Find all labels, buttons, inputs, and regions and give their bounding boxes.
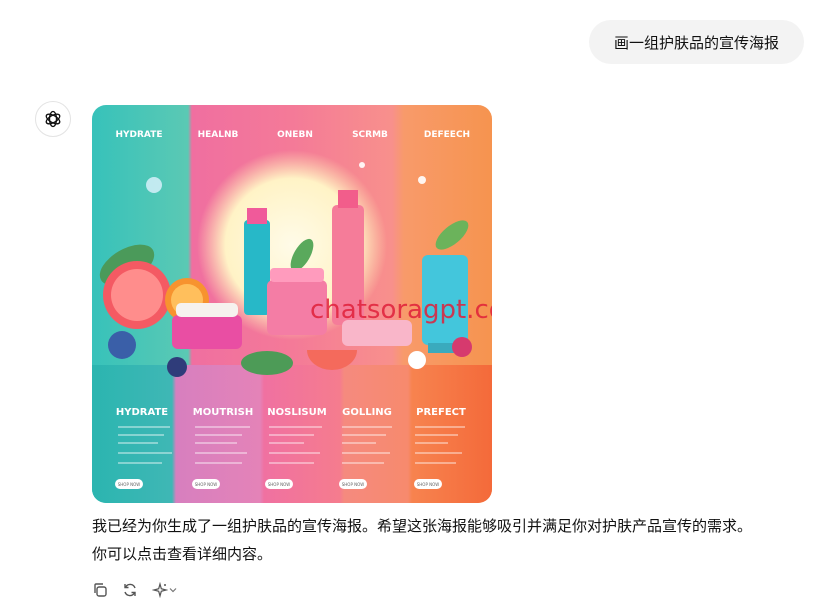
assistant-reply: 我已经为你生成了一组护肤品的宣传海报。希望这张海报能够吸引并满足你对护肤产品宣传… bbox=[92, 512, 812, 568]
poster-top-label: HYDRATE bbox=[115, 130, 162, 140]
sparkle-icon bbox=[152, 582, 168, 598]
poster-shop-button: SHOP NOW bbox=[268, 482, 291, 487]
poster-bottom-label: PREFECT bbox=[416, 407, 466, 418]
reply-line-1: 我已经为你生成了一组护肤品的宣传海报。希望这张海报能够吸引并满足你对护肤产品宣传… bbox=[92, 517, 753, 535]
poster-top-label: ONEBN bbox=[277, 130, 313, 140]
poster-top-label: HEALNB bbox=[198, 130, 239, 140]
user-message-bubble: 画一组护肤品的宣传海报 bbox=[589, 20, 804, 64]
poster-bottom-label: HYDRATE bbox=[116, 407, 168, 418]
regenerate-icon bbox=[124, 583, 136, 597]
model-switch-button[interactable] bbox=[150, 580, 180, 600]
poster-bottom-label: MOUTRISH bbox=[193, 407, 253, 418]
user-message-text: 画一组护肤品的宣传海报 bbox=[613, 33, 779, 52]
poster-top-label: SCRMB bbox=[352, 130, 388, 140]
regenerate-button[interactable] bbox=[120, 580, 140, 600]
poster-shop-button: SHOP NOW bbox=[342, 482, 365, 487]
poster-bottom-label: NOSLISUM bbox=[267, 407, 326, 418]
watermark-text: chatsoragpt.com bbox=[310, 295, 492, 325]
chevron-down-icon bbox=[169, 588, 177, 593]
copy-icon bbox=[94, 583, 107, 597]
poster-artwork: HYDRATE HEALNB ONEBN SCRMB DEFEECH HYDRA… bbox=[92, 105, 492, 503]
poster-bottom-label: GOLLING bbox=[342, 407, 392, 418]
copy-button[interactable] bbox=[90, 580, 110, 600]
poster-shop-button: SHOP NOW bbox=[195, 482, 218, 487]
reply-line-2: 你可以点击查看详细内容。 bbox=[92, 545, 273, 563]
assistant-avatar bbox=[35, 101, 71, 137]
poster-shop-button: SHOP NOW bbox=[417, 482, 440, 487]
openai-logo-icon bbox=[45, 110, 61, 128]
generated-poster-image[interactable]: HYDRATE HEALNB ONEBN SCRMB DEFEECH HYDRA… bbox=[92, 105, 492, 503]
poster-shop-button: SHOP NOW bbox=[118, 482, 141, 487]
message-actions bbox=[90, 580, 180, 600]
poster-top-label: DEFEECH bbox=[424, 130, 470, 140]
